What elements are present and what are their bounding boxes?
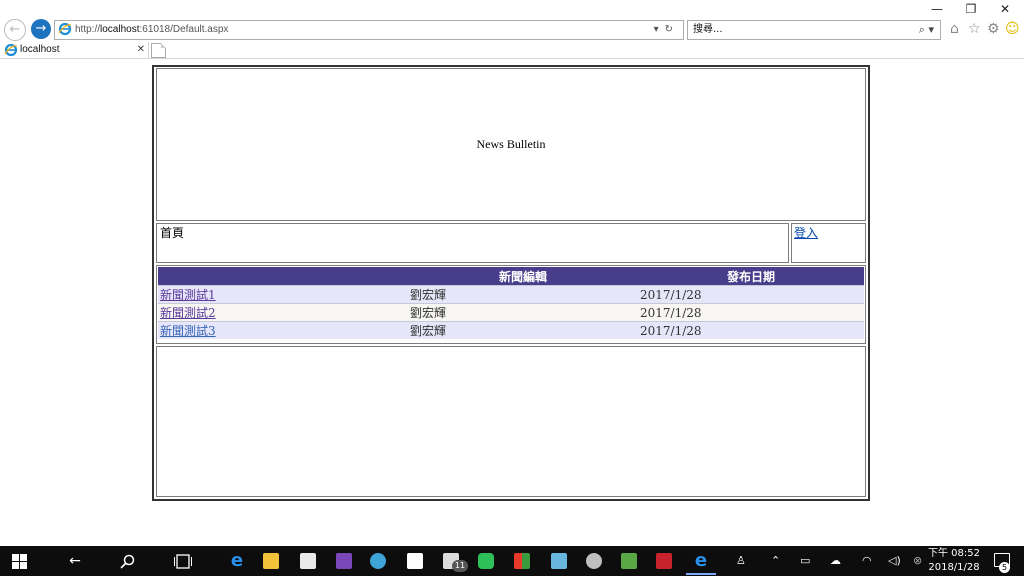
page-title: News Bulletin bbox=[476, 137, 546, 151]
address-bar[interactable]: http://localhost:61018/Default.aspx ▾↻ bbox=[54, 20, 684, 40]
news-date-cell: 2017/1/28 bbox=[638, 285, 864, 304]
table-row: 新聞測試1 劉宏輝 2017/1/28 bbox=[158, 285, 864, 304]
settings-icon[interactable]: ⚙ bbox=[987, 21, 1000, 37]
footer-cell bbox=[156, 346, 866, 497]
news-date-cell: 2017/1/28 bbox=[638, 303, 864, 322]
ie-taskbar-icon[interactable]: e bbox=[690, 551, 712, 571]
notification-count-badge: 5 bbox=[999, 562, 1010, 573]
system-clock[interactable]: 下午 08:52 2018/1/28 bbox=[928, 547, 980, 575]
clock-date: 2018/1/28 bbox=[928, 562, 980, 573]
windows-taskbar: ← e 11 e ♙ ⌃ ▭ ☁ ◠ ◁) ⊗ 下午 08:52 2018/1/… bbox=[0, 546, 1024, 576]
app-tiles-icon[interactable] bbox=[514, 553, 530, 569]
news-editor-cell: 劉宏輝 bbox=[408, 285, 638, 304]
back-button[interactable]: ← bbox=[4, 19, 26, 41]
banner-cell: News Bulletin bbox=[156, 68, 866, 221]
ie-page-icon bbox=[58, 22, 72, 36]
forward-button[interactable]: → bbox=[31, 19, 51, 39]
edge-icon[interactable]: e bbox=[226, 551, 248, 571]
restore-button[interactable]: ❐ bbox=[954, 0, 988, 18]
mail-badge: 11 bbox=[452, 560, 468, 572]
browser-toolbar: ← → http://localhost:61018/Default.aspx … bbox=[0, 18, 1024, 42]
minimize-button[interactable]: — bbox=[920, 0, 954, 18]
news-title-cell: 新聞測試1 bbox=[158, 285, 408, 304]
search-icon[interactable] bbox=[120, 554, 136, 570]
table-row: 新聞測試3 劉宏輝 2017/1/28 bbox=[158, 321, 864, 339]
battery-icon[interactable]: ▭ bbox=[800, 552, 810, 570]
grid-header-date: 發布日期 bbox=[638, 267, 864, 286]
close-tab-icon[interactable]: ✕ bbox=[137, 42, 145, 58]
tab-bar: localhost ✕ bbox=[0, 42, 1024, 59]
news-grid: 新聞編輯 發布日期 新聞測試1 劉宏輝 2017/1/28 新聞測試2 劉宏輝 … bbox=[158, 267, 864, 339]
search-icon[interactable]: ⌕ ▾ bbox=[919, 21, 934, 39]
grid-header-title bbox=[158, 267, 408, 286]
chevron-down-icon[interactable]: ▾ bbox=[654, 24, 665, 35]
search-input[interactable]: 搜尋... bbox=[693, 21, 723, 39]
task-view-icon[interactable] bbox=[174, 554, 192, 569]
ime-icon[interactable]: ⊗ bbox=[913, 552, 922, 570]
windows-start-icon[interactable] bbox=[12, 554, 27, 569]
news-title-cell: 新聞測試2 bbox=[158, 303, 408, 322]
chrome-icon[interactable] bbox=[407, 553, 423, 569]
login-link[interactable]: 登入 bbox=[794, 224, 818, 241]
calendar-app-icon[interactable] bbox=[656, 553, 672, 569]
favorites-icon[interactable]: ☆ bbox=[968, 21, 981, 37]
tab-label: localhost bbox=[20, 44, 60, 55]
news-editor-cell: 劉宏輝 bbox=[408, 321, 638, 339]
visual-studio-icon[interactable] bbox=[336, 553, 352, 569]
notes-icon[interactable] bbox=[551, 553, 567, 569]
file-explorer-icon[interactable] bbox=[263, 553, 279, 569]
store-icon[interactable] bbox=[300, 553, 316, 569]
people-icon[interactable]: ♙ bbox=[736, 552, 746, 570]
wifi-icon[interactable]: ◠ bbox=[862, 552, 872, 570]
table-row: 新聞測試2 劉宏輝 2017/1/28 bbox=[158, 303, 864, 322]
address-url: http://localhost:61018/Default.aspx bbox=[75, 24, 229, 35]
tab-localhost[interactable]: localhost ✕ bbox=[0, 42, 149, 58]
chevron-up-icon[interactable]: ⌃ bbox=[771, 552, 780, 570]
grid-header-editor: 新聞編輯 bbox=[408, 267, 638, 286]
active-app-indicator bbox=[686, 573, 716, 575]
clock-time: 下午 08:52 bbox=[928, 548, 980, 559]
media-app-icon[interactable] bbox=[370, 553, 386, 569]
home-icon[interactable]: ⌂ bbox=[950, 21, 959, 37]
news-date-cell: 2017/1/28 bbox=[638, 321, 864, 339]
login-cell: 登入 bbox=[791, 223, 866, 263]
new-tab-button[interactable] bbox=[151, 43, 166, 58]
news-grid-cell: 新聞編輯 發布日期 新聞測試1 劉宏輝 2017/1/28 新聞測試2 劉宏輝 … bbox=[156, 265, 866, 344]
paint-icon[interactable] bbox=[586, 553, 602, 569]
sticky-icon[interactable] bbox=[621, 553, 637, 569]
page-content: News Bulletin 首頁 登入 新聞編輯 發布日期 新聞測試1 劉宏輝 … bbox=[0, 59, 1024, 546]
nav-cell: 首頁 bbox=[156, 223, 789, 263]
line-icon[interactable] bbox=[478, 553, 494, 569]
ie-tab-icon bbox=[4, 43, 18, 57]
title-bar: — ❐ ✕ bbox=[0, 0, 1024, 18]
news-title-cell: 新聞測試3 bbox=[158, 321, 408, 339]
volume-icon[interactable]: ◁) bbox=[888, 552, 901, 570]
page-frame: News Bulletin 首頁 登入 新聞編輯 發布日期 新聞測試1 劉宏輝 … bbox=[152, 65, 870, 501]
news-editor-cell: 劉宏輝 bbox=[408, 303, 638, 322]
news-title-link[interactable]: 新聞測試3 bbox=[160, 324, 216, 338]
feedback-smiley-icon[interactable]: ☺ bbox=[1005, 21, 1020, 37]
news-title-link[interactable]: 新聞測試1 bbox=[160, 288, 216, 302]
news-title-link[interactable]: 新聞測試2 bbox=[160, 306, 216, 320]
arrow-left-icon: ← bbox=[9, 22, 21, 37]
address-buttons: ▾↻ bbox=[654, 21, 679, 39]
grid-header-row: 新聞編輯 發布日期 bbox=[158, 267, 864, 286]
close-window-button[interactable]: ✕ bbox=[988, 0, 1022, 18]
arrow-right-icon: → bbox=[35, 21, 47, 36]
back-arrow-icon[interactable]: ← bbox=[64, 551, 86, 571]
refresh-icon[interactable]: ↻ bbox=[665, 24, 679, 35]
home-label: 首頁 bbox=[160, 226, 185, 240]
onedrive-icon[interactable]: ☁ bbox=[830, 552, 841, 570]
search-box[interactable]: 搜尋... ⌕ ▾ bbox=[687, 20, 941, 40]
